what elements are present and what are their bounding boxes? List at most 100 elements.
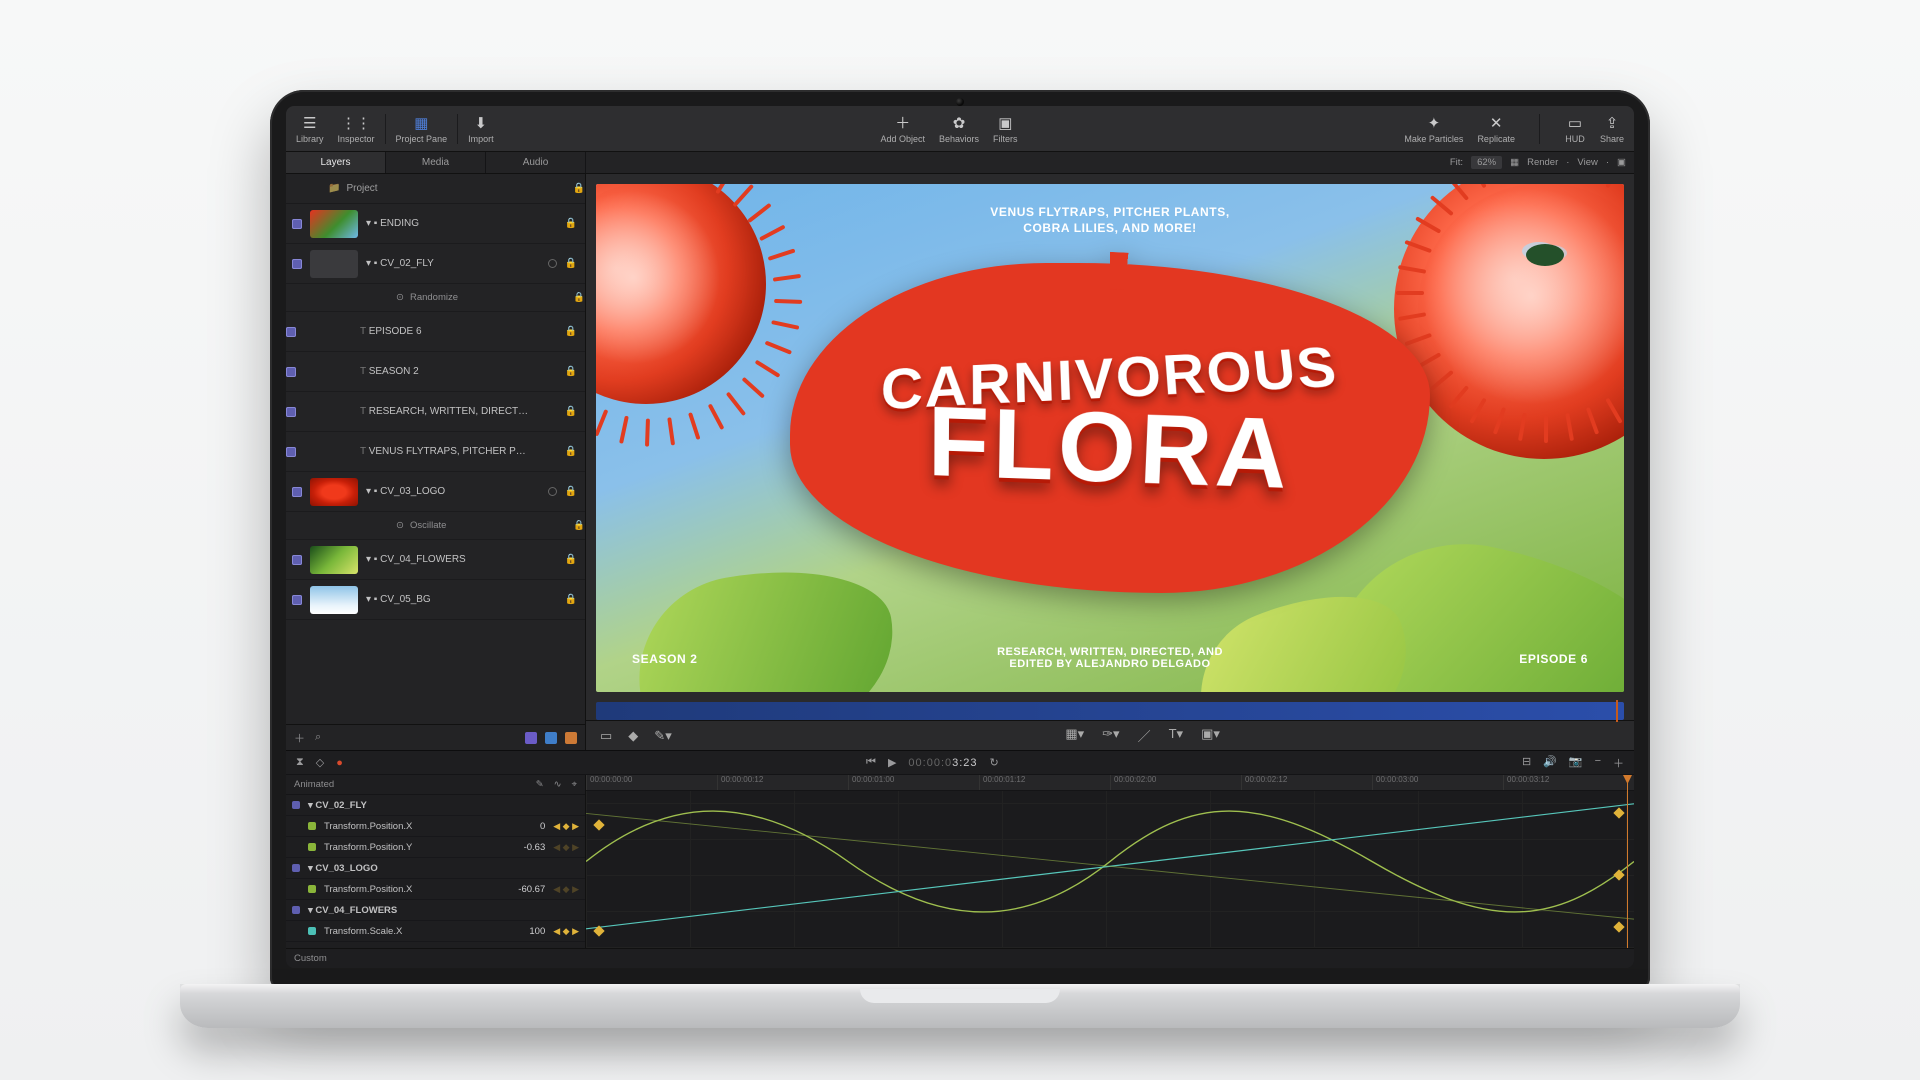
show-audio-icon[interactable]: 🔊 bbox=[1543, 755, 1557, 771]
tab-media[interactable]: Media bbox=[386, 152, 486, 173]
playhead[interactable] bbox=[1627, 775, 1628, 948]
render-menu[interactable]: Render bbox=[1527, 157, 1558, 168]
layer-text-row[interactable]: EPISODE 6EPISODE 6🔒 bbox=[286, 312, 585, 352]
visibility-toggle[interactable] bbox=[292, 555, 302, 565]
inspector-button[interactable]: ⋮⋮ Inspector bbox=[338, 114, 375, 144]
tool-select[interactable]: ▭ bbox=[600, 728, 612, 744]
filter-orange[interactable] bbox=[565, 732, 577, 744]
layer-thumb bbox=[310, 250, 358, 278]
project-row[interactable]: Project 🔒 bbox=[286, 174, 585, 204]
visibility-toggle[interactable] bbox=[292, 487, 302, 497]
play-button[interactable]: ▶ bbox=[888, 756, 896, 769]
search-icon[interactable]: ⌕ bbox=[315, 731, 321, 744]
make-particles-button[interactable]: ✦ Make Particles bbox=[1404, 114, 1463, 144]
filters-button[interactable]: ▣ Filters bbox=[993, 114, 1018, 144]
layer-name: ▾ ▪ CV_05_BG bbox=[366, 594, 557, 605]
share-button[interactable]: ⇪ Share bbox=[1600, 114, 1624, 144]
layer-name: ▾ ▪ CV_02_FLY bbox=[366, 258, 540, 269]
visibility-toggle[interactable] bbox=[292, 259, 302, 269]
lock-icon[interactable]: 🔒 bbox=[573, 183, 585, 194]
project-pane-button[interactable]: ▦ Project Pane bbox=[396, 114, 448, 144]
lock-icon[interactable]: 🔒 bbox=[565, 486, 577, 497]
snap-icon[interactable]: ⌖ bbox=[572, 779, 577, 790]
zoom-value[interactable]: 62% bbox=[1471, 156, 1502, 169]
visibility-toggle[interactable] bbox=[286, 327, 296, 337]
timecode[interactable]: 00:00:03:23 bbox=[908, 757, 977, 769]
viewer-layout-icon[interactable]: ▣ bbox=[1617, 157, 1626, 168]
hud-button[interactable]: ▭ HUD bbox=[1564, 114, 1586, 144]
hud-icon: ▭ bbox=[1564, 114, 1586, 132]
hud-label: HUD bbox=[1565, 134, 1585, 144]
param-group[interactable]: ▾ CV_03_LOGO bbox=[286, 858, 585, 879]
tab-audio[interactable]: Audio bbox=[486, 152, 586, 173]
lock-icon[interactable]: 🔒 bbox=[565, 258, 577, 269]
tab-layers[interactable]: Layers bbox=[286, 152, 386, 173]
tool-bezier[interactable]: ✑▾ bbox=[1102, 726, 1119, 745]
timing-icon[interactable]: ⧗ bbox=[296, 756, 304, 769]
lock-icon[interactable]: 🔒 bbox=[565, 366, 577, 377]
layers-panel: Project 🔒 ▾ ▪ ENDING🔒 ▾ ▪ CV_02_FLY 🔒 Rando… bbox=[286, 174, 586, 750]
param-row[interactable]: Transform.Position.X-60.67◀ ◆ ▶ bbox=[286, 879, 585, 900]
param-group[interactable]: ▾ CV_02_FLY bbox=[286, 795, 585, 816]
param-row[interactable]: Transform.Position.X0◀ ◆ ▶ bbox=[286, 816, 585, 837]
keyframe-graph[interactable]: 00:00:00:0000:00:00:1200:00:01:0000:00:0… bbox=[586, 775, 1634, 948]
behaviors-button[interactable]: ✿ Behaviors bbox=[939, 114, 979, 144]
lock-icon[interactable]: 🔒 bbox=[565, 406, 577, 417]
layer-group-row[interactable]: ▾ ▪ CV_02_FLY 🔒 bbox=[286, 244, 585, 284]
lock-icon[interactable]: 🔒 bbox=[565, 326, 577, 337]
add-layer-button[interactable]: ＋ bbox=[294, 730, 305, 746]
layer-group-row[interactable]: ▾ ▪ CV_04_FLOWERS🔒 bbox=[286, 540, 585, 580]
lock-icon[interactable]: 🔒 bbox=[565, 554, 577, 565]
effect-row[interactable]: Randomize🔒 bbox=[286, 284, 585, 312]
layer-text-row[interactable]: SEASON 2SEASON 2🔒 bbox=[286, 352, 585, 392]
tool-shape[interactable]: ▣▾ bbox=[1201, 726, 1220, 745]
layer-text-row[interactable]: VENUS FLYTRAPS, PITCHER P…🔒 bbox=[286, 432, 585, 472]
record-button[interactable]: ● bbox=[336, 757, 343, 769]
zoom-out-icon[interactable]: − bbox=[1595, 755, 1601, 771]
tool-line[interactable]: ／ bbox=[1138, 726, 1151, 745]
tool-mask[interactable]: ✎▾ bbox=[654, 728, 671, 744]
lock-icon[interactable]: 🔒 bbox=[565, 594, 577, 605]
library-button[interactable]: ☰ Library bbox=[296, 114, 324, 144]
curve-icon[interactable]: ∿ bbox=[554, 779, 562, 790]
param-row[interactable]: Transform.Position.Y-0.63◀ ◆ ▶ bbox=[286, 837, 585, 858]
import-button[interactable]: ⬇ Import bbox=[468, 114, 494, 144]
visibility-toggle[interactable] bbox=[286, 367, 296, 377]
lock-icon[interactable]: 🔒 bbox=[565, 218, 577, 229]
mini-timeline[interactable] bbox=[596, 702, 1624, 720]
param-row[interactable]: Transform.Scale.X100◀ ◆ ▶ bbox=[286, 921, 585, 942]
view-menu[interactable]: View bbox=[1577, 157, 1597, 168]
visibility-toggle[interactable] bbox=[292, 219, 302, 229]
pen-icon[interactable]: ✎ bbox=[536, 779, 544, 790]
animated-label[interactable]: Animated bbox=[294, 779, 334, 790]
effect-row[interactable]: Oscillate🔒 bbox=[286, 512, 585, 540]
go-start[interactable]: ⏮ bbox=[866, 756, 876, 769]
custom-label[interactable]: Custom bbox=[294, 953, 327, 964]
layer-group-row[interactable]: ▾ ▪ CV_03_LOGO🔒 bbox=[286, 472, 585, 512]
param-group[interactable]: ▾ CV_04_FLOWERS bbox=[286, 900, 585, 921]
filter-purple[interactable] bbox=[525, 732, 537, 744]
layer-group-row[interactable]: ▾ ▪ CV_05_BG 🔒 bbox=[286, 580, 585, 620]
snapshot-icon[interactable]: 📷 bbox=[1569, 755, 1583, 771]
filters-label: Filters bbox=[993, 134, 1018, 144]
show-video-icon[interactable]: ⊟ bbox=[1522, 755, 1531, 771]
add-object-button[interactable]: ＋ Add Object bbox=[880, 114, 925, 144]
visibility-toggle[interactable] bbox=[292, 595, 302, 605]
viewer-canvas[interactable]: CARNIVOROUS FLORA VENUS FLYTRAPS, PITCHE… bbox=[596, 184, 1624, 692]
tool-rect[interactable]: ▦▾ bbox=[1065, 726, 1084, 745]
tool-keyframe[interactable]: ◆ bbox=[628, 728, 638, 744]
loop-icon[interactable]: ↻ bbox=[990, 756, 999, 769]
color-channels-icon[interactable]: ▦ bbox=[1510, 157, 1519, 168]
tool-text[interactable]: T▾ bbox=[1169, 726, 1183, 745]
layer-thumb bbox=[310, 586, 358, 614]
filter-blue[interactable] bbox=[545, 732, 557, 744]
leaf-graphic bbox=[623, 551, 909, 692]
zoom-in-icon[interactable]: ＋ bbox=[1613, 755, 1624, 771]
lock-icon[interactable]: 🔒 bbox=[565, 446, 577, 457]
visibility-toggle[interactable] bbox=[286, 407, 296, 417]
replicate-button[interactable]: ✕ Replicate bbox=[1477, 114, 1515, 144]
layer-text-row[interactable]: RESEARCH, WRITTEN, DIRECT…🔒 bbox=[286, 392, 585, 432]
keyframe-editor-icon[interactable]: ◇ bbox=[316, 756, 324, 769]
layer-group-row[interactable]: ▾ ▪ ENDING🔒 bbox=[286, 204, 585, 244]
visibility-toggle[interactable] bbox=[286, 447, 296, 457]
